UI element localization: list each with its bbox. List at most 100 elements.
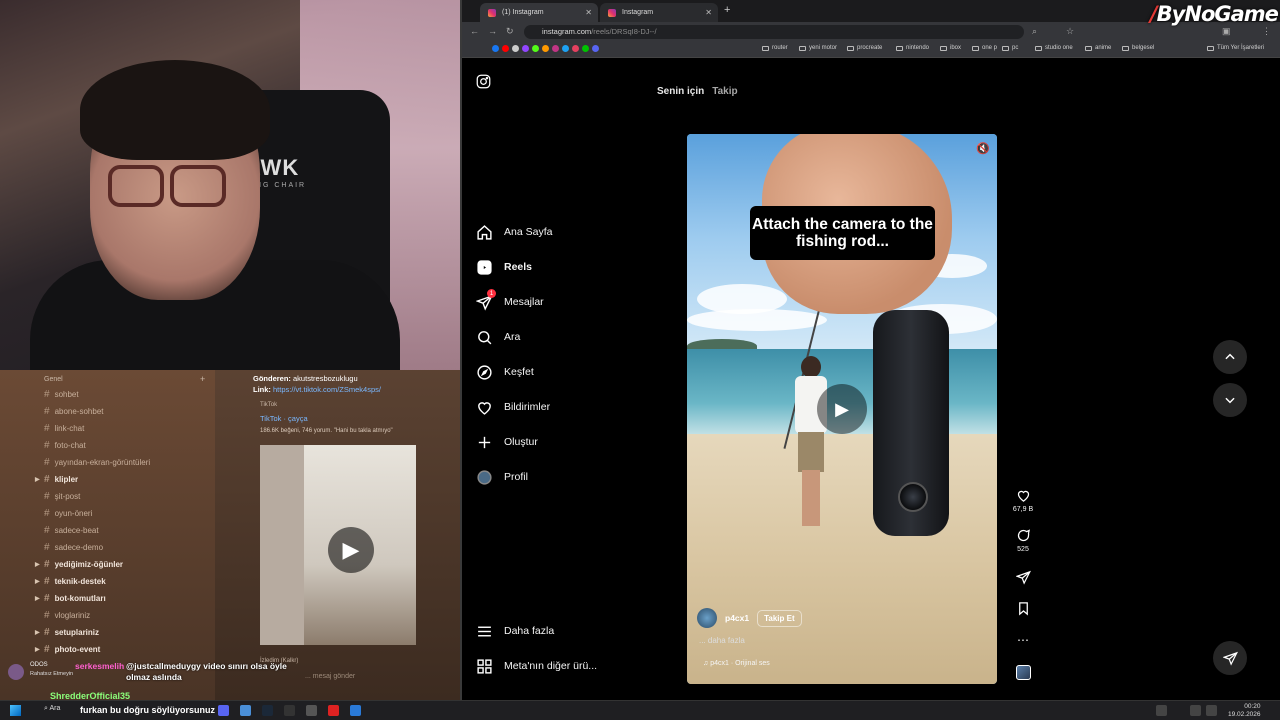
reel-video[interactable]: Attach the camera to the fishing rod... …: [687, 134, 997, 684]
menu-icon[interactable]: ⋮: [1262, 26, 1271, 37]
sender-name[interactable]: akutstresbozuklugu: [293, 374, 358, 383]
share-button[interactable]: [1012, 570, 1034, 588]
nav-heart[interactable]: Bildirimler: [476, 394, 550, 420]
channel-item[interactable]: ▶ # yediğimiz-öğünler: [35, 556, 123, 572]
bookmark-item[interactable]: yeni motor: [799, 45, 837, 51]
channel-item[interactable]: ▶ # setuplariniz: [35, 624, 99, 640]
bookmark-item[interactable]: Tüm Yer İşaretleri: [1207, 45, 1264, 51]
expand-arrow-icon[interactable]: ▶: [35, 561, 40, 568]
channel-item[interactable]: # foto-chat: [44, 437, 86, 453]
start-button[interactable]: [10, 705, 21, 716]
channel-item[interactable]: # oyun-öneri: [44, 505, 92, 521]
taskbar-search[interactable]: ⌕ Ara: [44, 705, 60, 713]
tab-for-you[interactable]: Senin için: [657, 86, 704, 97]
comment-button[interactable]: 525: [1012, 528, 1034, 553]
channel-item[interactable]: # şit-post: [44, 488, 80, 504]
tiktok-link[interactable]: https://vt.tiktok.com/ZSmek4sps/: [273, 385, 381, 394]
channel-item[interactable]: # yayından-ekran-görüntüleri: [44, 454, 150, 470]
expand-arrow-icon[interactable]: ▶: [35, 578, 40, 585]
tiktok-video-thumbnail[interactable]: ▶: [260, 445, 416, 645]
more-button[interactable]: Daha fazla: [476, 618, 554, 644]
bookmark-item[interactable]: anime: [1085, 45, 1111, 51]
next-reel-button[interactable]: [1213, 383, 1247, 417]
discord-taskbar-icon[interactable]: [218, 705, 229, 716]
follow-button[interactable]: Takip Et: [757, 609, 802, 627]
system-clock[interactable]: 00:20 19.02.2026: [1228, 703, 1261, 719]
expand-arrow-icon[interactable]: ▶: [35, 646, 40, 653]
author-avatar[interactable]: [697, 608, 717, 628]
audio-label[interactable]: ♫ p4cx1 · Orijinal ses: [703, 660, 770, 667]
bookmark-item[interactable]: belgesel: [1122, 45, 1154, 51]
nav-compass[interactable]: Keşfet: [476, 359, 534, 385]
volume-icon[interactable]: [1206, 705, 1217, 716]
browser-window: (1) Instagram ✕ Instagram ✕ + ← → ↻ inst…: [460, 0, 1280, 700]
channel-item[interactable]: ▶ # bot-komutları: [35, 590, 106, 606]
bookmark-item[interactable]: nintendo: [896, 45, 929, 51]
channel-item[interactable]: # sadece-beat: [44, 522, 99, 538]
save-button[interactable]: [1012, 601, 1034, 619]
channel-item[interactable]: ▶ # photo-event: [35, 641, 100, 657]
back-icon[interactable]: ←: [470, 26, 479, 36]
audio-thumbnail[interactable]: [1012, 665, 1034, 680]
play-icon[interactable]: ▶: [817, 384, 867, 434]
zoom-icon[interactable]: ⌕: [1032, 26, 1037, 37]
tray-icon[interactable]: [1156, 705, 1167, 716]
caption-more[interactable]: ... daha fazla: [699, 636, 745, 645]
channel-item[interactable]: # vloglariniz: [44, 607, 90, 623]
embed-title[interactable]: TikTok · çayça: [260, 414, 308, 423]
more-options-icon[interactable]: ⋯: [1012, 633, 1034, 647]
bookmark-item[interactable]: pc: [1002, 45, 1018, 51]
channel-item[interactable]: ▶ # klipler: [35, 471, 78, 487]
extensions-icon[interactable]: ▣: [1222, 26, 1231, 37]
play-icon[interactable]: ▶: [328, 527, 374, 573]
mute-icon[interactable]: 🔇: [976, 142, 990, 155]
expand-arrow-icon[interactable]: ▶: [35, 476, 40, 483]
bookmark-item[interactable]: one p: [972, 45, 997, 51]
app-taskbar-icon[interactable]: [240, 705, 251, 716]
bookmark-item[interactable]: studio one: [1035, 45, 1073, 51]
author-name[interactable]: p4cx1: [725, 613, 749, 623]
nav-plus[interactable]: Oluştur: [476, 429, 538, 455]
epic-taskbar-icon[interactable]: [306, 705, 317, 716]
close-tab-icon[interactable]: ✕: [705, 8, 712, 17]
address-bar[interactable]: instagram.com/reels/DRSqI8-DJ--/: [524, 25, 1024, 39]
forward-icon[interactable]: →: [488, 26, 497, 36]
tab-instagram-1[interactable]: (1) Instagram ✕: [480, 3, 598, 22]
bookmark-star-icon[interactable]: ☆: [1066, 26, 1074, 37]
new-tab-button[interactable]: +: [724, 4, 730, 16]
channel-item[interactable]: # sohbet: [44, 386, 79, 402]
channel-item[interactable]: # sadece-demo: [44, 539, 103, 555]
add-channel-icon[interactable]: +: [200, 374, 205, 384]
bookmark-icons: [492, 45, 599, 52]
reload-icon[interactable]: ↻: [506, 26, 514, 37]
steam-taskbar-icon[interactable]: [262, 705, 273, 716]
instagram-logo-icon[interactable]: [476, 74, 491, 94]
meta-products-button[interactable]: Meta'nın diğer ürü...: [476, 653, 597, 679]
nav-avatar[interactable]: Profil: [476, 464, 528, 490]
obs-taskbar-icon[interactable]: [284, 705, 295, 716]
like-count: 67,9 B: [1012, 506, 1034, 513]
previous-reel-button[interactable]: [1213, 340, 1247, 374]
chrome-taskbar-icon[interactable]: [350, 705, 361, 716]
expand-arrow-icon[interactable]: ▶: [35, 629, 40, 636]
tab-instagram-2[interactable]: Instagram ✕: [600, 3, 718, 22]
meta-label: Meta'nın diğer ürü...: [504, 660, 598, 672]
nav-search[interactable]: Ara: [476, 324, 520, 350]
app2-taskbar-icon[interactable]: [328, 705, 339, 716]
messages-fab[interactable]: [1213, 641, 1247, 675]
category-header[interactable]: Genel: [44, 376, 63, 383]
nav-reels[interactable]: Reels: [476, 254, 532, 280]
channel-item[interactable]: # link-chat: [44, 420, 84, 436]
expand-arrow-icon[interactable]: ▶: [35, 595, 40, 602]
bookmark-item[interactable]: router: [762, 45, 788, 51]
bookmark-item[interactable]: ibox: [940, 45, 961, 51]
channel-item[interactable]: # abone-sohbet: [44, 403, 104, 419]
like-button[interactable]: 67,9 B: [1012, 488, 1034, 513]
tab-following[interactable]: Takip: [712, 86, 737, 97]
bookmark-item[interactable]: procreate: [847, 45, 882, 51]
close-tab-icon[interactable]: ✕: [585, 8, 592, 17]
channel-item[interactable]: ▶ # teknik-destek: [35, 573, 106, 589]
wifi-icon[interactable]: [1190, 705, 1201, 716]
nav-home[interactable]: Ana Sayfa: [476, 219, 552, 245]
nav-messenger[interactable]: 1 Mesajlar: [476, 289, 544, 315]
